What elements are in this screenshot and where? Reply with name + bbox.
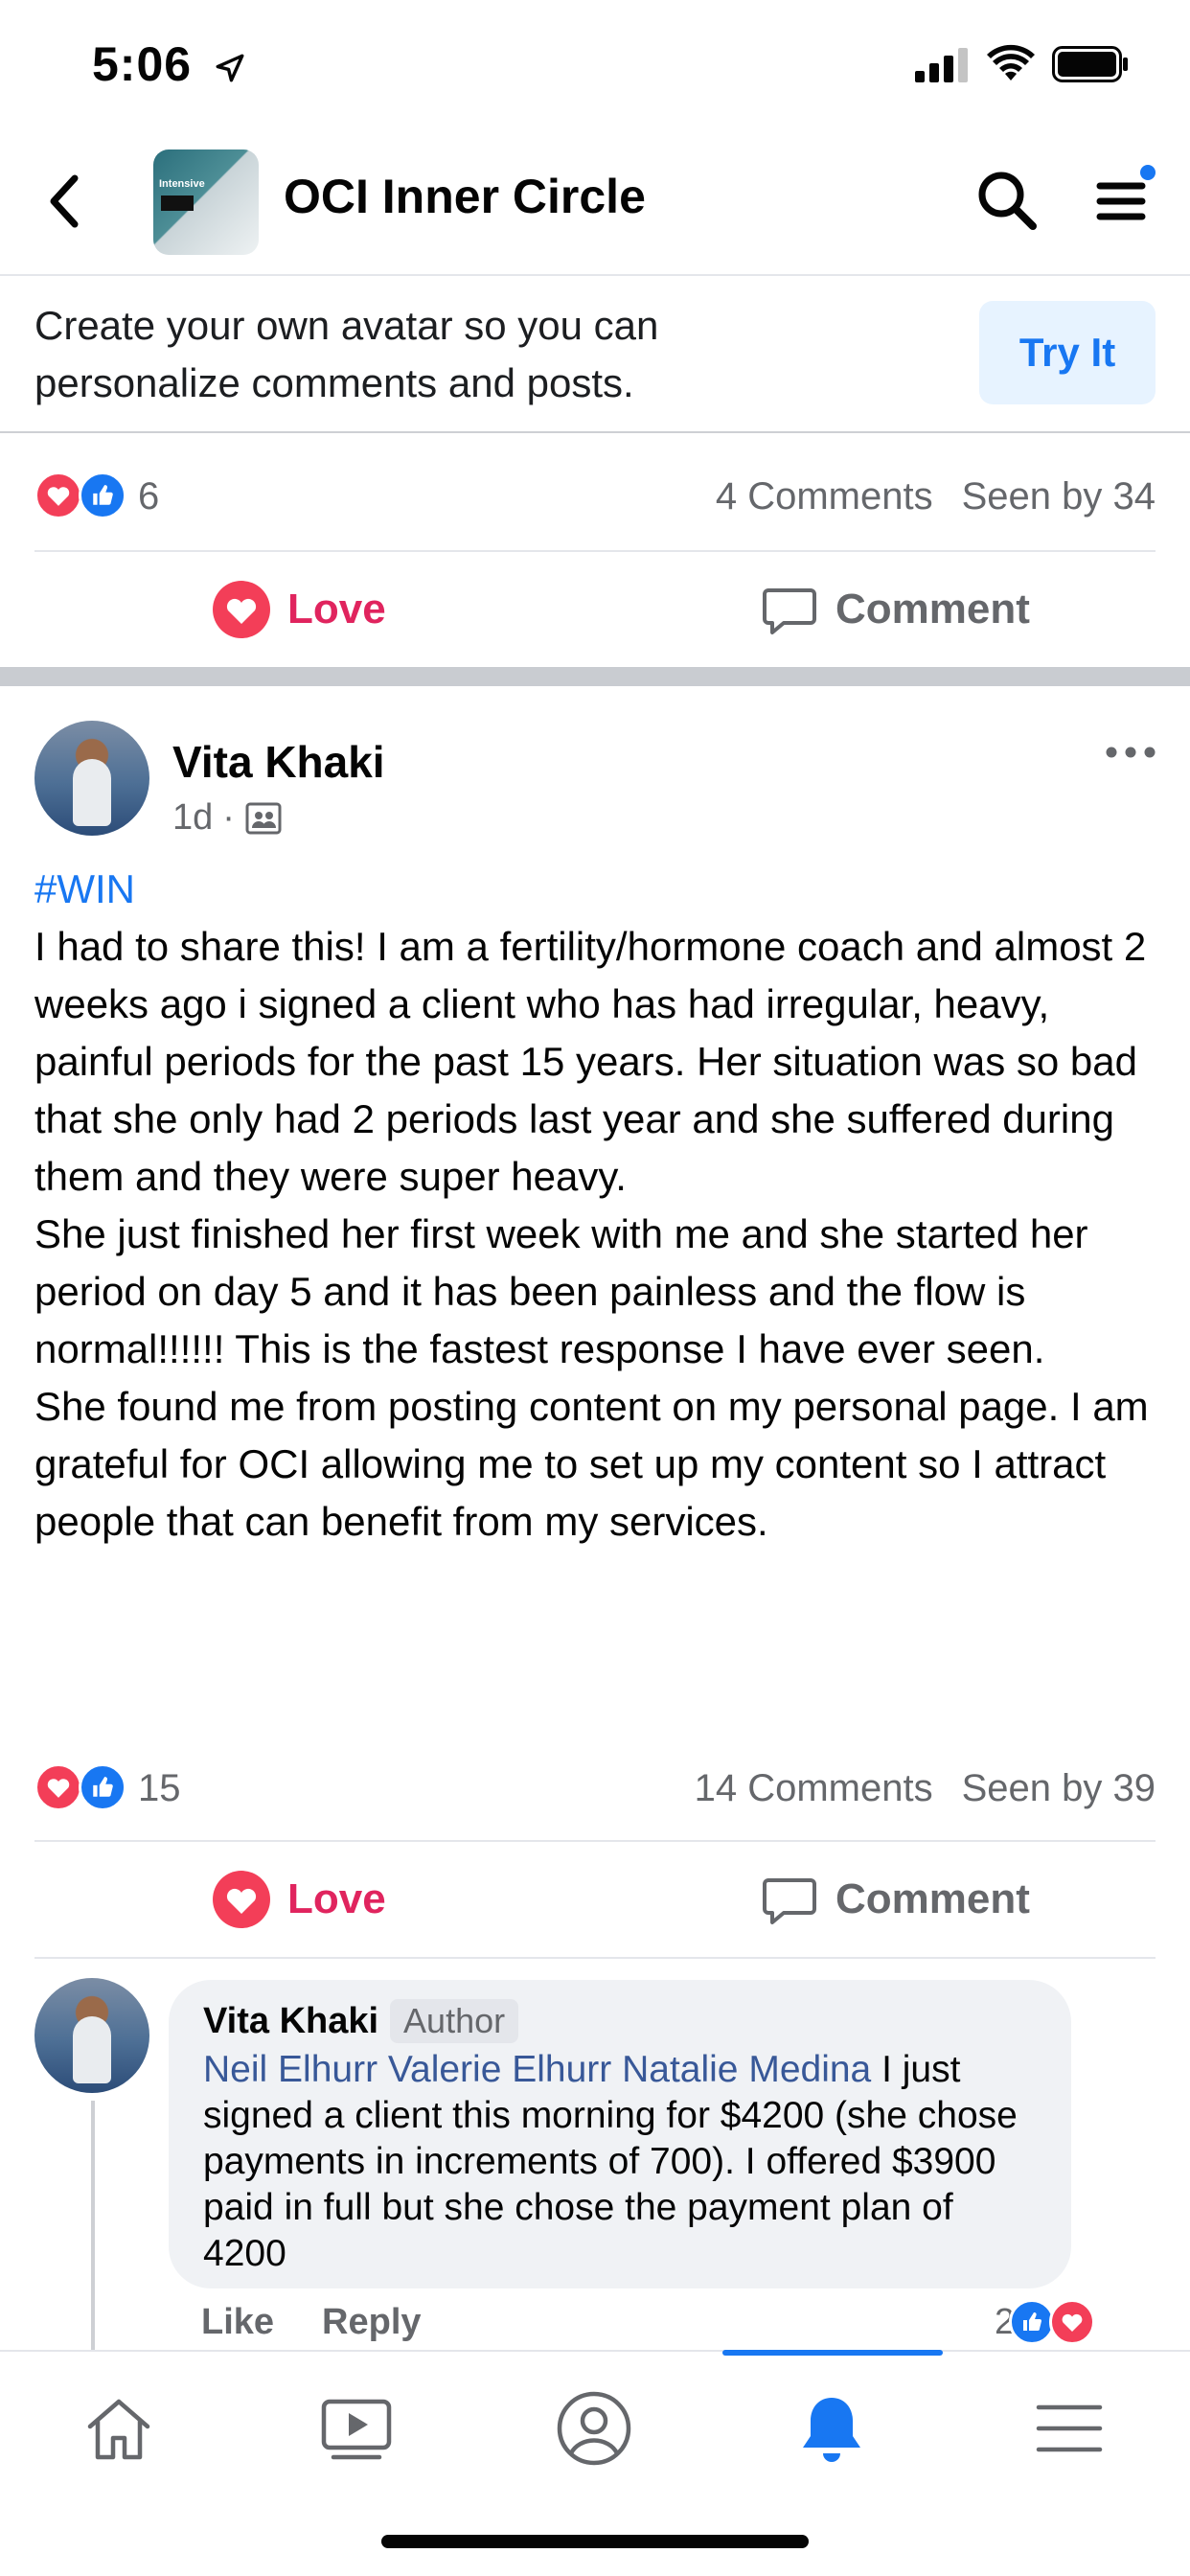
seen-by-count[interactable]: Seen by 34	[962, 475, 1156, 518]
tab-home[interactable]	[71, 2380, 167, 2476]
comment-mentions[interactable]: Neil Elhurr Valerie Elhurr Natalie Medin…	[203, 2049, 871, 2090]
comment-text: Neil Elhurr Valerie Elhurr Natalie Medin…	[203, 2047, 1037, 2277]
comment-button[interactable]: Comment	[759, 1842, 1030, 1957]
comment-bubble-icon	[763, 588, 816, 634]
notification-dot	[1140, 165, 1156, 180]
try-it-button[interactable]: Try It	[979, 301, 1156, 404]
post-time[interactable]: 1d	[172, 797, 213, 839]
video-icon	[321, 2399, 392, 2460]
tab-profile[interactable]	[546, 2380, 642, 2476]
reaction-count[interactable]: 15	[138, 1767, 181, 1810]
more-options-icon[interactable]	[1102, 738, 1159, 767]
commenter-name[interactable]: Vita Khaki	[203, 2001, 378, 2042]
comment-reactions[interactable]: 2	[995, 2298, 1096, 2346]
bell-icon	[803, 2398, 860, 2462]
wifi-icon	[987, 44, 1035, 80]
reaction-icons[interactable]	[34, 1763, 140, 1811]
time-text: 5:06	[92, 37, 193, 91]
post-paragraph: She just finished her first week with me…	[34, 1211, 1088, 1371]
promo-text: Create your own avatar so you can person…	[34, 303, 659, 405]
members-audience-icon	[245, 802, 282, 834]
like-reaction-icon	[79, 472, 126, 519]
reaction-count[interactable]: 6	[138, 475, 159, 518]
post-meta: 1d ·	[172, 797, 283, 839]
love-label: Love	[287, 1875, 386, 1922]
comments-count[interactable]: 4 Comments	[716, 475, 933, 518]
love-button[interactable]: Love	[211, 1842, 386, 1957]
post-paragraph: I had to share this! I am a fertility/ho…	[34, 924, 1147, 1199]
group-title[interactable]: OCI Inner Circle	[284, 169, 646, 224]
post-stats: 4 Comments Seen by 34	[716, 475, 1156, 518]
tab-watch[interactable]	[309, 2380, 404, 2476]
active-tab-indicator	[722, 2350, 943, 2356]
group-header: Intensive OCI Inner Circle	[0, 125, 1190, 276]
love-icon	[213, 1871, 270, 1928]
post-author-name[interactable]: Vita Khaki	[172, 736, 385, 788]
home-icon	[87, 2399, 150, 2460]
post-actions: Love Comment	[0, 1842, 1190, 1957]
post-paragraph: She found me from posting content on my …	[34, 1384, 1149, 1544]
comment-reply-button[interactable]: Reply	[322, 2302, 421, 2342]
like-reaction-icon	[1009, 2299, 1056, 2345]
seen-by-count[interactable]: Seen by 39	[962, 1767, 1156, 1809]
like-reaction-icon	[79, 1763, 126, 1811]
menu-lines-icon	[1036, 2404, 1103, 2452]
post-body: #WIN I had to share this! I am a fertili…	[34, 861, 1165, 1551]
group-cover-thumbnail[interactable]: Intensive	[153, 150, 259, 255]
love-button[interactable]: Love	[211, 552, 386, 667]
avatar-promo-banner: Create your own avatar so you can person…	[0, 278, 1190, 433]
comment-actions: Like Reply	[201, 2302, 422, 2343]
location-arrow-icon	[216, 54, 244, 82]
love-label: Love	[287, 586, 386, 632]
thumb-decoration	[161, 196, 194, 211]
love-reaction-icon	[34, 472, 82, 519]
reaction-summary-row: 15 14 Comments Seen by 39	[34, 1742, 1156, 1828]
author-avatar[interactable]	[34, 721, 149, 836]
reaction-summary-row: 6 4 Comments Seen by 34	[34, 450, 1156, 537]
commenter-avatar[interactable]	[34, 1978, 149, 2093]
battery-icon	[1052, 46, 1128, 82]
profile-icon	[557, 2391, 631, 2466]
comment-label: Comment	[835, 1875, 1030, 1922]
thumb-label: Intensive	[159, 178, 205, 190]
status-time: 5:06	[92, 36, 246, 92]
comment-bubble-icon	[763, 1878, 816, 1924]
comment-label: Comment	[835, 586, 1030, 632]
comment-bubble[interactable]: Vita Khaki Author Neil Elhurr Valerie El…	[169, 1980, 1071, 2288]
love-reaction-icon	[1049, 2299, 1096, 2345]
post-actions: Love Comment	[0, 552, 1190, 667]
hamburger-menu-icon[interactable]	[1092, 171, 1150, 232]
author-badge: Author	[390, 1999, 519, 2043]
tab-notifications[interactable]	[784, 2380, 880, 2476]
love-reaction-icon	[34, 1763, 82, 1811]
post-stats: 14 Comments Seen by 39	[695, 1767, 1156, 1810]
comment-header: Vita Khaki Author	[203, 1999, 1037, 2043]
comment-like-button[interactable]: Like	[201, 2302, 274, 2342]
meta-dot: ·	[222, 797, 235, 838]
comments-count[interactable]: 14 Comments	[695, 1767, 933, 1809]
home-indicator[interactable]	[381, 2535, 809, 2548]
thread-line	[91, 2101, 95, 2350]
search-icon[interactable]	[975, 169, 1039, 232]
reaction-icons[interactable]	[34, 472, 140, 519]
love-icon	[213, 581, 270, 638]
signal-icon	[915, 48, 968, 82]
hashtag-link[interactable]: #WIN	[34, 861, 1165, 918]
feed-separator	[0, 667, 1190, 686]
status-bar: 5:06	[0, 0, 1190, 125]
divider	[34, 1957, 1156, 1959]
comment-button[interactable]: Comment	[759, 552, 1030, 667]
tab-menu[interactable]	[1021, 2380, 1117, 2476]
back-chevron-icon[interactable]	[42, 172, 90, 230]
